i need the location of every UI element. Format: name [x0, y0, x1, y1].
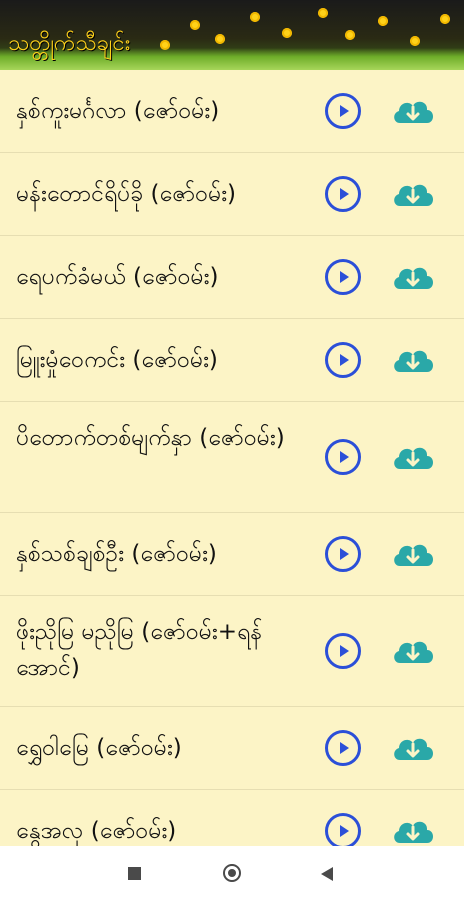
play-button[interactable]: [325, 259, 361, 295]
play-button[interactable]: [325, 439, 361, 475]
play-button[interactable]: [325, 813, 361, 846]
play-button[interactable]: [325, 176, 361, 212]
back-icon: [321, 867, 333, 881]
list-item[interactable]: နွေအလှ (ဇော်ဝမ်း): [0, 790, 464, 846]
play-circle-icon: [340, 354, 349, 366]
list-item[interactable]: ပိတောက်တစ်မျက်နှာ (ဇော်ဝမ်း): [0, 402, 464, 513]
list-item[interactable]: ဖိုးညိုမြ မညိုမြ (ဇော်ဝမ်း+ရန်အောင်): [0, 596, 464, 707]
song-title: ရွှေဝါမြေ (ဇော်ဝမ်း): [16, 735, 182, 761]
home-button[interactable]: [223, 864, 241, 882]
flower-decoration: [378, 16, 388, 26]
song-title: နှစ်သစ်ချစ်ဦး (ဇော်ဝမ်း): [16, 541, 217, 567]
cloud-download-icon: [394, 821, 433, 843]
download-button[interactable]: [390, 633, 436, 669]
flower-decoration: [410, 36, 420, 46]
cloud-download-icon: [394, 267, 433, 289]
play-circle-icon: [340, 548, 349, 560]
flower-decoration: [215, 34, 225, 44]
cloud-download-icon: [394, 544, 433, 566]
download-button[interactable]: [390, 259, 436, 295]
song-title: နှစ်ကူးမင်္ဂလာ (ဇော်ဝမ်း): [16, 98, 220, 124]
song-title: နွေအလှ (ဇော်ဝမ်း): [16, 818, 177, 844]
header-banner: သတ္တိုက်သီချင်း: [0, 0, 464, 70]
cloud-download-icon: [394, 350, 433, 372]
play-button[interactable]: [325, 342, 361, 378]
list-item[interactable]: မြူးမှုံဝေကင်း (ဇော်ဝမ်း): [0, 319, 464, 402]
play-circle-icon: [340, 188, 349, 200]
cloud-download-icon: [394, 184, 433, 206]
download-button[interactable]: [390, 176, 436, 212]
play-circle-icon: [340, 825, 349, 837]
play-button[interactable]: [325, 633, 361, 669]
play-circle-icon: [340, 742, 349, 754]
list-item[interactable]: ရေပက်ခံမယ် (ဇော်ဝမ်း): [0, 236, 464, 319]
play-circle-icon: [340, 645, 349, 657]
download-button[interactable]: [390, 813, 436, 846]
flower-decoration: [440, 14, 450, 24]
download-button[interactable]: [390, 536, 436, 572]
cloud-download-icon: [394, 447, 433, 469]
download-button[interactable]: [390, 439, 436, 475]
song-title: မန်းတောင်ရိပ်ခို (ဇော်ဝမ်း): [16, 181, 237, 207]
back-button[interactable]: [320, 866, 334, 886]
play-circle-icon: [340, 271, 349, 283]
flower-decoration: [282, 28, 292, 38]
cloud-download-icon: [394, 641, 433, 663]
list-item[interactable]: မန်းတောင်ရိပ်ခို (ဇော်ဝမ်း): [0, 153, 464, 236]
song-title: ဖိုးညိုမြ မညိုမြ (ဇော်ဝမ်း+ရန်အောင်): [16, 619, 263, 681]
list-item[interactable]: ရွှေဝါမြေ (ဇော်ဝမ်း): [0, 707, 464, 790]
flower-decoration: [345, 30, 355, 40]
app-root: သတ္တိုက်သီချင်း နှစ်ကူးမင်္ဂလာ (ဇော်ဝမ်း…: [0, 0, 464, 900]
list-item[interactable]: နှစ်ကူးမင်္ဂလာ (ဇော်ဝမ်း): [0, 70, 464, 153]
flower-decoration: [250, 12, 260, 22]
play-button[interactable]: [325, 730, 361, 766]
system-nav-bar: [0, 846, 464, 900]
download-button[interactable]: [390, 342, 436, 378]
play-button[interactable]: [325, 536, 361, 572]
app-title: သတ္တိုက်သီချင်း: [8, 31, 131, 56]
play-button[interactable]: [325, 93, 361, 129]
flower-decoration: [190, 20, 200, 30]
song-title: ရေပက်ခံမယ် (ဇော်ဝမ်း): [16, 264, 219, 290]
cloud-download-icon: [394, 738, 433, 760]
recents-button[interactable]: [128, 867, 141, 880]
play-circle-icon: [340, 105, 349, 117]
song-title: ပိတောက်တစ်မျက်နှာ (ဇော်ဝမ်း): [16, 425, 285, 451]
play-circle-icon: [340, 451, 349, 463]
cloud-download-icon: [394, 101, 433, 123]
flower-decoration: [318, 8, 328, 18]
song-title: မြူးမှုံဝေကင်း (ဇော်ဝမ်း): [16, 347, 218, 373]
download-button[interactable]: [390, 93, 436, 129]
list-item[interactable]: နှစ်သစ်ချစ်ဦး (ဇော်ဝမ်း): [0, 513, 464, 596]
song-list[interactable]: နှစ်ကူးမင်္ဂလာ (ဇော်ဝမ်း) မန်းတောင်ရိပ်ခ…: [0, 70, 464, 846]
download-button[interactable]: [390, 730, 436, 766]
